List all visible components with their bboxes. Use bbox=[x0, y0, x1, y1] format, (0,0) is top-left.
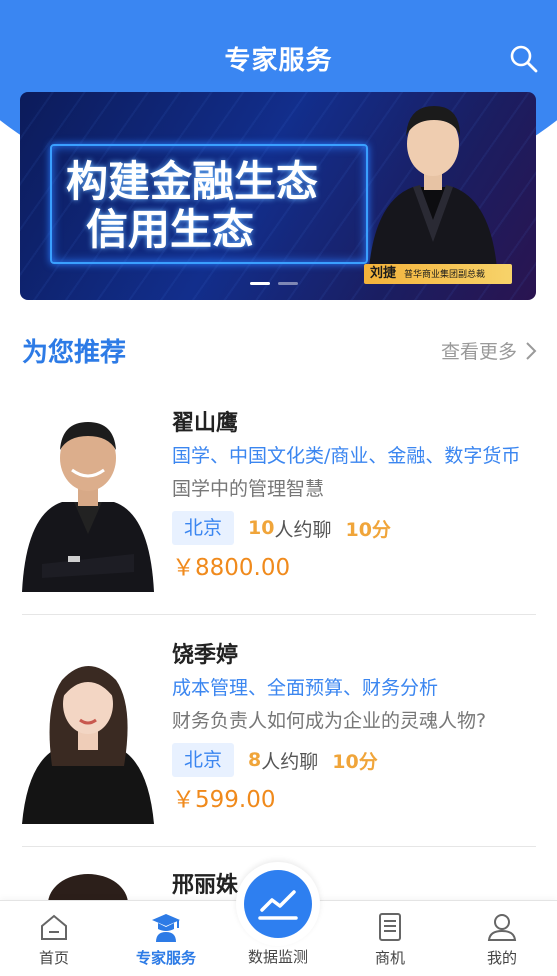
city-badge: 北京 bbox=[172, 743, 235, 777]
nav-expert-label: 专家服务 bbox=[135, 949, 196, 967]
banner-headline: 构建金融生态 信用生态 bbox=[66, 157, 319, 254]
carousel-dot-active[interactable] bbox=[250, 282, 270, 285]
expert-avatar bbox=[22, 870, 154, 900]
consult-count-label: 人约聊 bbox=[274, 518, 332, 541]
expert-price: ￥8800.00 bbox=[172, 555, 291, 581]
expert-avatar bbox=[22, 646, 154, 824]
expert-name: 饶季婷 bbox=[172, 643, 239, 668]
home-icon bbox=[41, 914, 67, 940]
document-icon bbox=[379, 913, 401, 941]
section-title: 为您推荐 bbox=[22, 338, 127, 368]
expert-name: 翟山鹰 bbox=[172, 411, 239, 436]
expert-score: 10分 bbox=[332, 750, 378, 773]
expert-price: ￥599.00 bbox=[172, 787, 276, 813]
expert-name: 邢丽姝 bbox=[172, 873, 239, 898]
nav-business-label: 商机 bbox=[374, 949, 405, 967]
city-badge: 北京 bbox=[172, 511, 235, 545]
divider bbox=[22, 614, 536, 615]
view-more-link[interactable]: 查看更多 bbox=[441, 337, 537, 364]
nav-mine[interactable]: 我的 bbox=[452, 901, 552, 976]
nav-home[interactable]: 首页 bbox=[4, 901, 104, 976]
search-icon[interactable] bbox=[509, 44, 539, 74]
nav-home-label: 首页 bbox=[38, 949, 69, 967]
consult-count-label: 人约聊 bbox=[261, 750, 319, 773]
chevron-right-icon bbox=[526, 341, 537, 360]
graduate-icon bbox=[152, 914, 180, 942]
consult-count: 10 bbox=[248, 517, 275, 539]
user-icon bbox=[487, 914, 517, 941]
expert-card[interactable]: 翟山鹰 国学、中国文化类/商业、金融、数字货币 国学中的管理智慧 北京 10 人… bbox=[22, 408, 536, 598]
expert-fields: 国学、中国文化类/商业、金融、数字货币 bbox=[172, 445, 521, 467]
page-title: 专家服务 bbox=[224, 46, 333, 76]
nav-mine-label: 我的 bbox=[486, 949, 517, 967]
nav-monitor-label: 数据监测 bbox=[247, 948, 308, 966]
nav-business[interactable]: 商机 bbox=[340, 901, 440, 976]
expert-fields: 成本管理、全面预算、财务分析 bbox=[172, 677, 439, 699]
carousel-indicator bbox=[250, 282, 298, 285]
carousel-dot[interactable] bbox=[278, 282, 298, 285]
nav-data-monitor-button[interactable] bbox=[236, 862, 320, 946]
consult-count: 8 bbox=[248, 749, 262, 771]
expert-topic: 财务负责人如何成为企业的灵魂人物? bbox=[172, 710, 487, 732]
expert-topic: 国学中的管理智慧 bbox=[172, 478, 325, 500]
promo-banner[interactable]: 构建金融生态 信用生态 刘捷 普华商业集团副总裁 bbox=[20, 92, 536, 300]
expert-score: 10分 bbox=[345, 518, 391, 541]
speaker-photo bbox=[358, 92, 508, 282]
speaker-tag: 刘捷 普华商业集团副总裁 bbox=[364, 264, 512, 284]
trend-chart-icon bbox=[258, 890, 298, 920]
nav-expert-service[interactable]: 专家服务 bbox=[116, 901, 216, 976]
expert-card[interactable]: 饶季婷 成本管理、全面预算、财务分析 财务负责人如何成为企业的灵魂人物? 北京 … bbox=[22, 640, 536, 830]
view-more-label: 查看更多 bbox=[440, 341, 517, 363]
divider bbox=[22, 846, 536, 847]
expert-avatar bbox=[22, 414, 154, 592]
